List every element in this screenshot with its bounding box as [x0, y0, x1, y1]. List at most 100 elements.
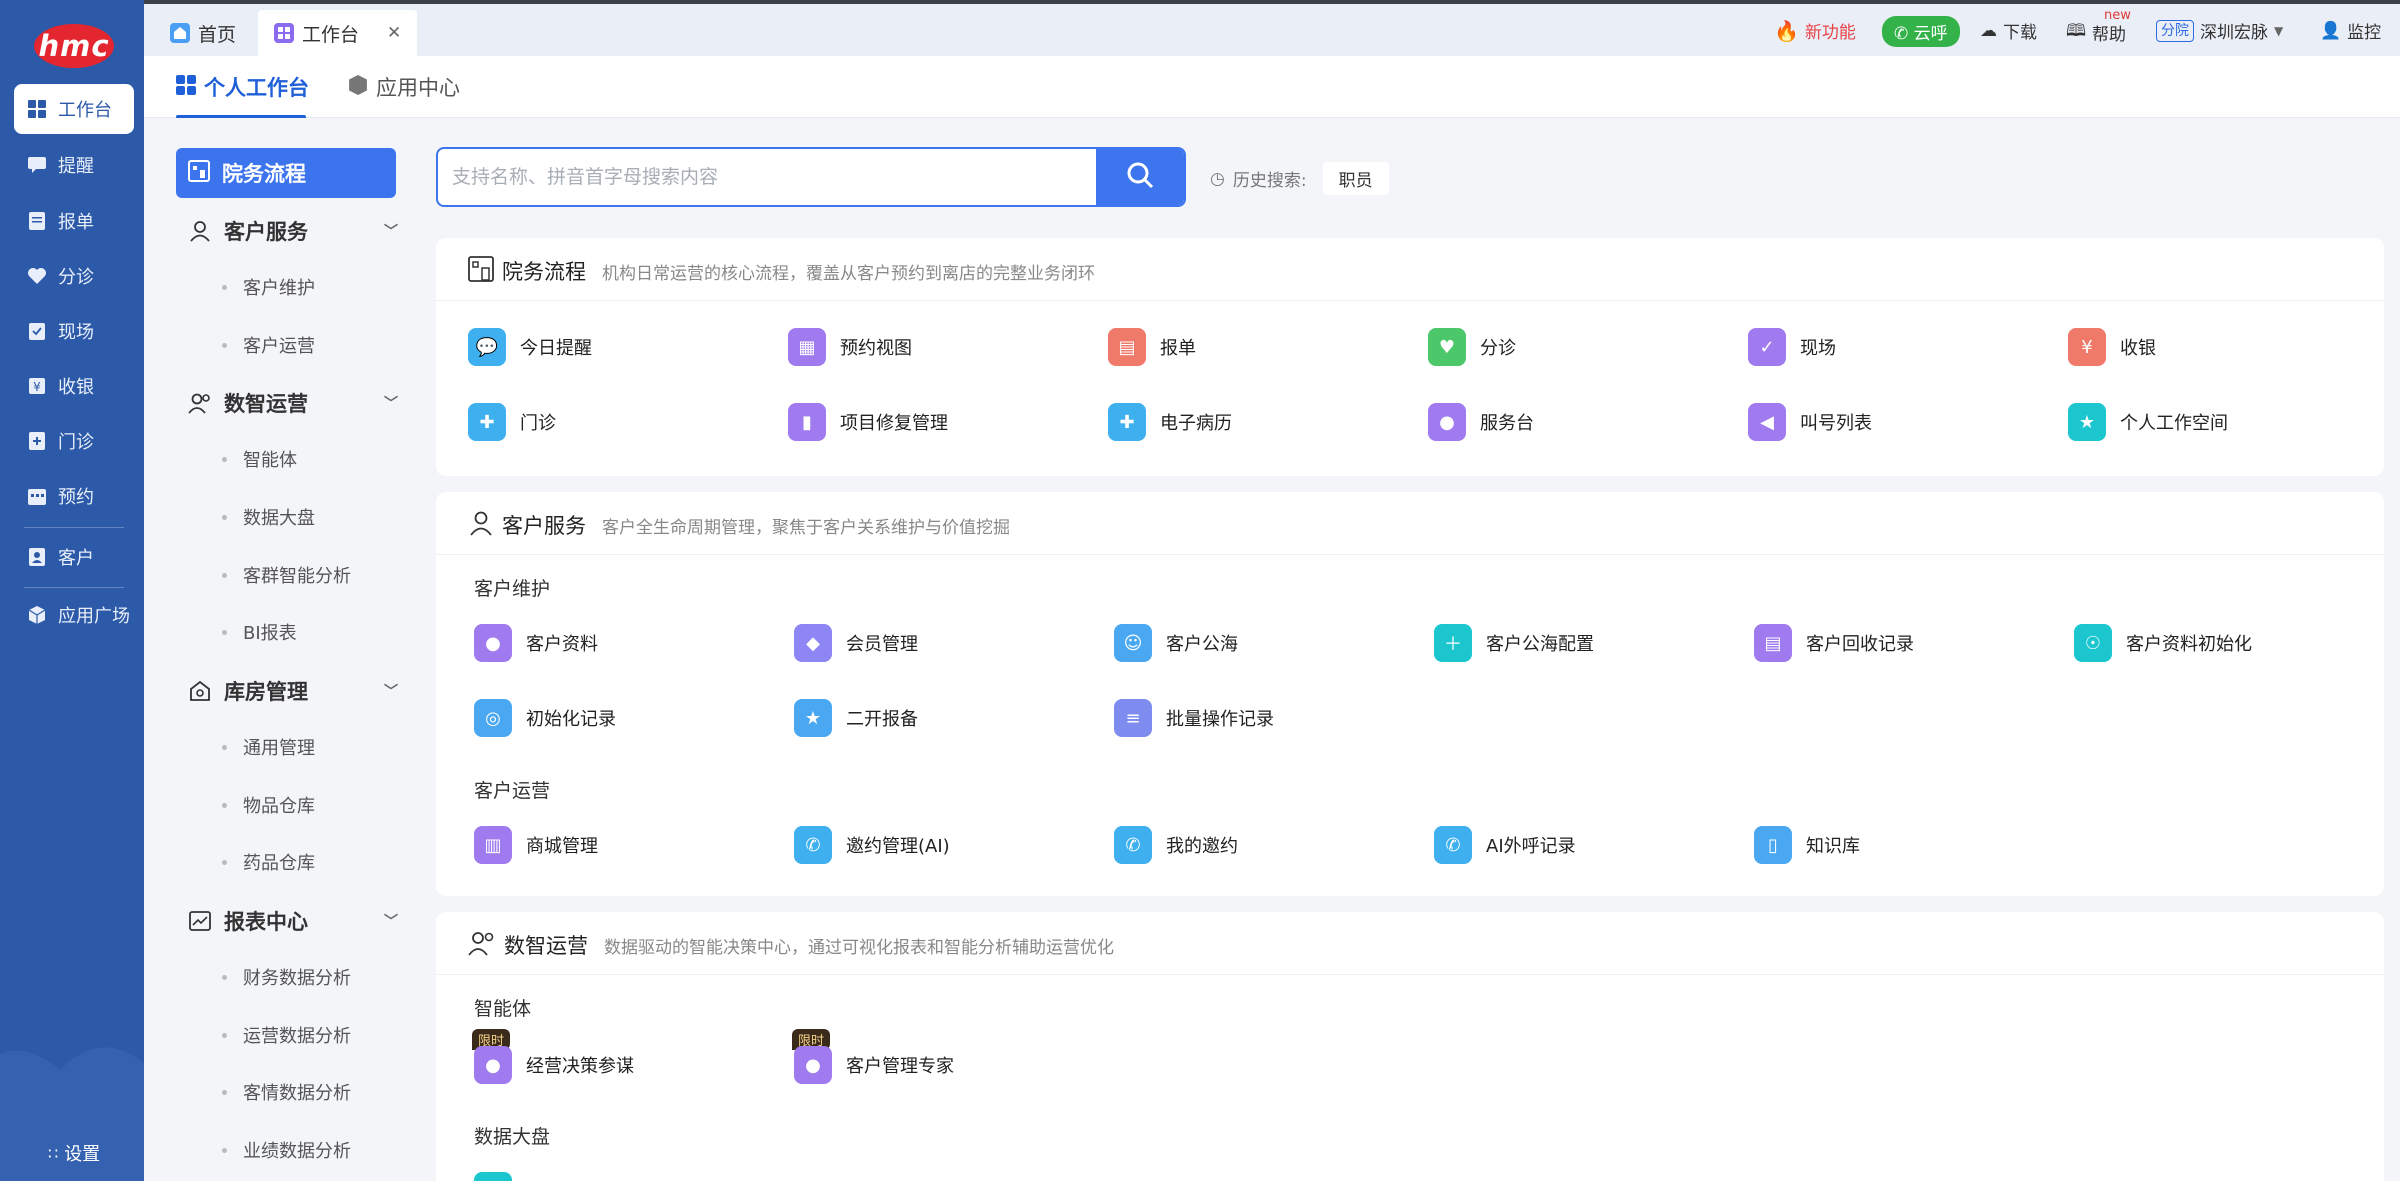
app-member-management[interactable]: ◆ 会员管理 — [794, 624, 918, 662]
tab-workbench[interactable]: 工作台 ✕ — [258, 10, 418, 56]
cube-icon — [348, 74, 368, 100]
sidebar-item-segment-analysis[interactable]: 客群智能分析 — [222, 562, 351, 588]
app-onsite[interactable]: ✓ 现场 — [1748, 328, 1836, 366]
sidebar-item-operation-analysis[interactable]: 运营数据分析 — [222, 1022, 351, 1048]
nav-item-label: 提醒 — [58, 156, 94, 177]
app-secondary-report[interactable]: ★ 二开报备 — [794, 699, 918, 737]
people-icon: ☺ — [1114, 624, 1152, 662]
cloud-call-label: 云呼 — [1913, 24, 1948, 44]
app-project-repair[interactable]: ▮ 项目修复管理 — [788, 403, 948, 441]
dashboard-icon — [26, 99, 48, 119]
sidebar-item-finance-analysis[interactable]: 财务数据分析 — [222, 964, 351, 990]
nav-divider — [24, 587, 124, 588]
app-customer-pool-config[interactable]: ＋ 客户公海配置 — [1434, 624, 1594, 662]
sidebar-item-bi-report[interactable]: BI报表 — [222, 619, 297, 645]
app-call-list[interactable]: ◀ 叫号列表 — [1748, 403, 1872, 441]
app-mall-management[interactable]: ▥ 商城管理 — [474, 826, 598, 864]
subsection-title: 客户运营 — [474, 780, 551, 802]
tab-label: 工作台 — [302, 23, 360, 46]
nav-item-clinic[interactable]: 门诊 — [14, 416, 134, 466]
app-knowledge-base[interactable]: ▯ 知识库 — [1754, 826, 1860, 864]
app-customer-profile[interactable]: ● 客户资料 — [474, 624, 598, 662]
app-booking-view[interactable]: ▦ 预约视图 — [788, 328, 912, 366]
app-cashier[interactable]: ¥ 收银 — [2068, 328, 2156, 366]
app-business-advisor[interactable]: ● 经营决策参谋 — [474, 1046, 634, 1084]
diamond-icon: ◆ — [794, 624, 832, 662]
nav-item-order[interactable]: 报单 — [14, 196, 134, 246]
sidebar-item-agent[interactable]: 智能体 — [222, 446, 297, 472]
nav-item-customer[interactable]: 客户 — [14, 532, 134, 582]
app-triage[interactable]: ♥ 分诊 — [1428, 328, 1516, 366]
group-icon — [188, 391, 212, 415]
app-batch-log[interactable]: ≡ 批量操作记录 — [1114, 699, 1274, 737]
dots-icon: ∷ — [48, 1143, 59, 1163]
phone-icon: ✆ — [1114, 826, 1152, 864]
app-customer-init[interactable]: ☉ 客户资料初始化 — [2074, 624, 2252, 662]
search-button[interactable] — [1096, 149, 1184, 205]
app-service-desk[interactable]: ● 服务台 — [1428, 403, 1534, 441]
app-label: 预约视图 — [840, 338, 912, 359]
subtab-app-center[interactable]: 应用中心 — [348, 72, 460, 102]
app-order[interactable]: ▤ 报单 — [1108, 328, 1196, 366]
sidebar-group-data-ops[interactable]: 数智运营 ﹀ — [188, 388, 398, 418]
nav-item-cashier[interactable]: ¥ 收银 — [14, 361, 134, 411]
tab-home[interactable]: 首页 — [154, 10, 252, 56]
app-init-log[interactable]: ◎ 初始化记录 — [474, 699, 616, 737]
nav-item-booking[interactable]: 预约 — [14, 471, 134, 521]
subtab-personal-workbench[interactable]: 个人工作台 — [176, 72, 309, 102]
sidebar-item-workflow[interactable]: 院务流程 — [176, 148, 396, 198]
close-icon[interactable]: ✕ — [387, 23, 401, 43]
app-label: 经营决策参谋 — [526, 1056, 634, 1077]
nav-item-label: 应用广场 — [58, 606, 130, 627]
new-feature-button[interactable]: 🔥 新功能 — [1774, 18, 1856, 44]
download-button[interactable]: ☁ 下载 — [1980, 18, 2037, 44]
app-personal-workspace[interactable]: ★ 个人工作空间 — [2068, 403, 2228, 441]
sidebar-item-general-management[interactable]: 通用管理 — [222, 734, 315, 760]
user-icon: 👤 — [2320, 20, 2342, 41]
sidebar-item-performance-analysis[interactable]: 业绩数据分析 — [222, 1137, 351, 1163]
history-chip[interactable]: 职员 — [1322, 162, 1389, 195]
app-today-reminder[interactable]: 💬 今日提醒 — [468, 328, 592, 366]
category-sidebar: 院务流程 客户服务 ﹀ 客户维护 客户运营 数智运营 ﹀ 智能体 数据大盘 客群… — [144, 118, 424, 1181]
app-label: 今日提醒 — [520, 338, 592, 359]
sidebar-group-warehouse[interactable]: 库房管理 ﹀ — [188, 676, 398, 706]
speaker-icon: ◀ — [1748, 403, 1786, 441]
app-my-invites[interactable]: ✆ 我的邀约 — [1114, 826, 1238, 864]
app-customer-recycle-log[interactable]: ▤ 客户回收记录 — [1754, 624, 1914, 662]
app-label: 现场 — [1800, 338, 1836, 359]
app-label: 会员管理 — [846, 634, 918, 655]
app-customer-expert[interactable]: ● 客户管理专家 — [794, 1046, 954, 1084]
app-customer-pool[interactable]: ☺ 客户公海 — [1114, 624, 1238, 662]
sidebar-item-customer-sentiment-analysis[interactable]: 客情数据分析 — [222, 1079, 351, 1105]
brand-logo[interactable]: hmc — [34, 24, 114, 68]
nav-item-reminder[interactable]: 提醒 — [14, 140, 134, 190]
nav-item-workbench[interactable]: 工作台 — [14, 84, 134, 134]
section-divider — [436, 300, 2384, 301]
sidebar-item-data-board[interactable]: 数据大盘 — [222, 504, 315, 530]
settings-button[interactable]: ∷ 设置 — [48, 1140, 100, 1166]
sidebar-item-customer-maintenance[interactable]: 客户维护 — [222, 274, 315, 300]
sidebar-item-drug-warehouse[interactable]: 药品仓库 — [222, 849, 315, 875]
search-input[interactable] — [452, 159, 1092, 195]
app-invite-management-ai[interactable]: ✆ 邀约管理(AI) — [794, 826, 950, 864]
section-header: 数智运营 数据驱动的智能决策中心，通过可视化报表和智能分析辅助运营优化 — [468, 930, 1114, 960]
app-data-board-partial[interactable] — [474, 1172, 512, 1181]
app-clinic[interactable]: ✚ 门诊 — [468, 403, 556, 441]
building-icon — [468, 256, 494, 286]
sidebar-item-customer-operation[interactable]: 客户运营 — [222, 332, 315, 358]
monitor-button[interactable]: 👤 监控 — [2320, 18, 2381, 44]
history-icon: ◷ — [1210, 168, 1225, 189]
branch-selector[interactable]: 分院 深圳宏脉 ▼ — [2156, 18, 2283, 43]
cloud-call-button[interactable]: ✆ 云呼 — [1882, 16, 1960, 47]
sidebar-group-customer-service[interactable]: 客户服务 ﹀ — [188, 216, 398, 246]
workbench-subheader: 个人工作台 应用中心 — [144, 56, 2400, 118]
app-ai-outbound-log[interactable]: ✆ AI外呼记录 — [1434, 826, 1576, 864]
section-description: 机构日常运营的核心流程，覆盖从客户预约到离店的完整业务闭环 — [602, 263, 1095, 284]
nav-item-triage[interactable]: 分诊 — [14, 251, 134, 301]
app-emr[interactable]: ✚ 电子病历 — [1108, 403, 1232, 441]
nav-item-onsite[interactable]: 现场 — [14, 306, 134, 356]
nav-item-label: 门诊 — [58, 432, 94, 453]
sidebar-group-report-center[interactable]: 报表中心 ﹀ — [188, 906, 398, 936]
sidebar-item-goods-warehouse[interactable]: 物品仓库 — [222, 792, 315, 818]
nav-item-app-square[interactable]: 应用广场 — [14, 590, 134, 640]
